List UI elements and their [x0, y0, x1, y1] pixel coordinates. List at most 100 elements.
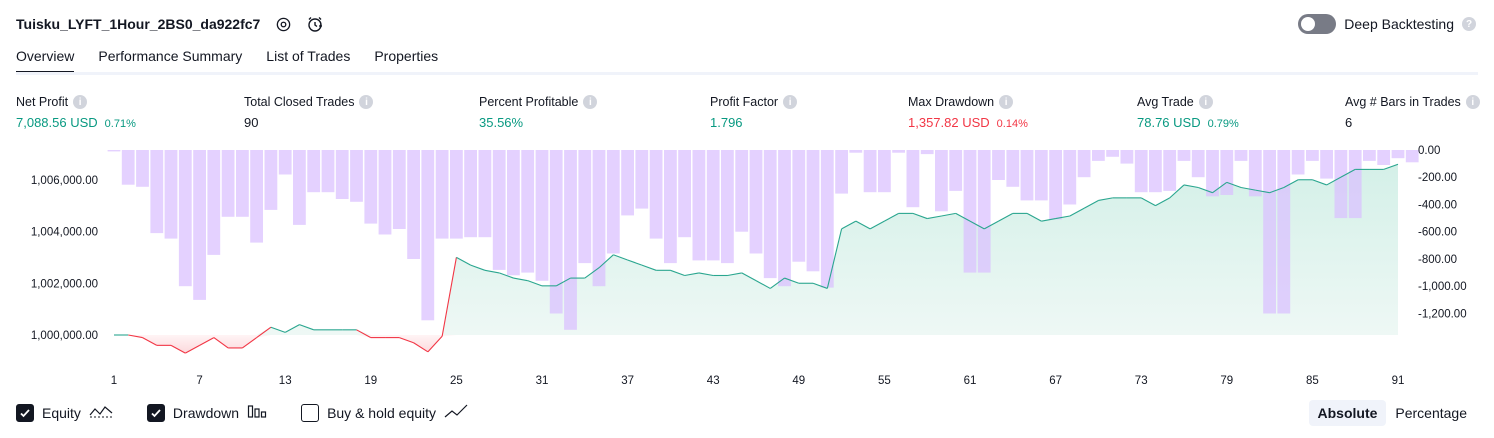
equity-drawdown-chart[interactable]: 1,006,000.00 1,004,000.00 1,002,000.00 1,00… [0, 140, 1494, 400]
drawdown-bar [1234, 150, 1248, 161]
drawdown-bar [364, 150, 378, 224]
drawdown-bar [1177, 150, 1191, 161]
drawdown-bar [892, 150, 905, 153]
metric-value: 7,088.56 USD [16, 115, 98, 130]
drawdown-bar [350, 150, 363, 202]
drawdown-bar [264, 150, 278, 210]
tab-list-of-trades[interactable]: List of Trades [266, 48, 350, 74]
drawdown-bar [236, 150, 249, 217]
drawdown-bar [649, 150, 663, 239]
left-axis-tick: 1,000,000.00 [31, 330, 98, 342]
equity-area-loss [114, 335, 1398, 354]
drawdown-bar [606, 150, 620, 254]
x-axis-tick: 49 [792, 375, 805, 387]
drawdown-checkbox[interactable] [146, 403, 165, 422]
drawdown-bar [1363, 150, 1376, 161]
drawdown-bar [307, 150, 321, 193]
info-icon[interactable]: i [999, 95, 1014, 109]
strategy-header: Tuisku_LYFT_1Hour_2BS0_da922fc7 [16, 12, 324, 36]
info-icon[interactable]: i [583, 95, 598, 109]
info-icon[interactable]: i [1198, 95, 1213, 109]
info-icon[interactable]: i [783, 95, 798, 109]
drawdown-bar [935, 150, 948, 212]
drawdown-bar [1006, 150, 1020, 187]
drawdown-bar [378, 150, 392, 235]
tab-bar: Overview Performance Summary List of Tra… [16, 48, 438, 74]
x-axis-tick: 55 [878, 375, 891, 387]
drawdown-bar [1320, 150, 1333, 179]
legend-drawdown[interactable]: Drawdown [146, 403, 267, 422]
drawdown-bar [1077, 150, 1091, 178]
legend-label: Equity [42, 404, 81, 421]
percentage-button[interactable]: Percentage [1386, 400, 1476, 426]
drawdown-bar [1020, 150, 1034, 201]
drawdown-bars-icon [247, 403, 267, 422]
drawdown-bar [321, 150, 335, 193]
drawdown-bar [164, 150, 178, 239]
drawdown-bar [1348, 150, 1362, 219]
drawdown-bar [835, 150, 848, 194]
tab-overview[interactable]: Overview [16, 48, 75, 74]
metric-label: Max Drawdown [908, 95, 995, 109]
drawdown-bar [535, 150, 549, 281]
buy-hold-checkbox[interactable] [301, 403, 320, 422]
info-icon[interactable]: i [359, 95, 374, 109]
drawdown-bar [178, 150, 192, 287]
info-icon[interactable]: i [73, 95, 88, 109]
drawdown-bar [1220, 150, 1234, 195]
metric-avg-bars-in-trades: Avg # Bars in Trades i 6 [1345, 94, 1480, 130]
drawdown-bar [392, 150, 406, 229]
drawdown-bar [820, 150, 834, 288]
drawdown-bar [221, 150, 235, 217]
metric-label: Net Profit [16, 95, 69, 109]
drawdown-bar [1092, 150, 1105, 161]
left-axis-tick: 1,002,000.00 [31, 278, 98, 290]
drawdown-bar [1063, 150, 1077, 205]
x-axis-tick: 61 [964, 375, 977, 387]
drawdown-bar [1377, 150, 1391, 165]
metric-value: 35.56% [479, 115, 524, 130]
right-axis-tick: -1,200.00 [1418, 308, 1467, 320]
drawdown-bar [136, 150, 149, 187]
metric-max-drawdown: Max Drawdown i 1,357.82 USD 0.14% [908, 94, 1028, 130]
x-axis-tick: 91 [1392, 375, 1405, 387]
metric-label: Avg Trade [1137, 95, 1194, 109]
x-axis-tick: 7 [196, 375, 202, 387]
drawdown-bar [407, 150, 420, 259]
drawdown-bar [1191, 150, 1205, 178]
help-icon[interactable]: ? [1462, 17, 1476, 31]
tab-properties[interactable]: Properties [374, 48, 438, 74]
tab-divider [16, 72, 1478, 75]
tab-performance-summary[interactable]: Performance Summary [98, 48, 242, 74]
legend-buy-hold-equity[interactable]: Buy & hold equity [301, 403, 468, 422]
deep-backtesting-toggle[interactable] [1298, 14, 1337, 34]
absolute-button[interactable]: Absolute [1308, 400, 1387, 426]
drawdown-bar [250, 150, 263, 243]
drawdown-bar [763, 150, 777, 279]
metric-value: 90 [244, 115, 259, 130]
equity-checkbox[interactable] [16, 403, 34, 422]
info-icon[interactable]: i [1465, 95, 1480, 109]
metric-value: 6 [1345, 115, 1353, 130]
alarm-clock-icon[interactable] [306, 15, 324, 33]
legend-equity[interactable]: Equity [16, 403, 113, 422]
settings-icon[interactable] [274, 15, 292, 33]
metric-percent-profitable: Percent Profitable i 35.56% [479, 94, 598, 130]
metric-label: Total Closed Trades [244, 95, 355, 109]
deep-backtesting: Deep Backtesting ? [1298, 14, 1476, 34]
drawdown-bar [635, 150, 649, 209]
drawdown-bar [549, 150, 563, 314]
x-axis-tick: 43 [707, 375, 720, 387]
drawdown-bar [692, 150, 706, 261]
drawdown-bar [863, 150, 877, 193]
drawdown-bar [335, 150, 349, 199]
drawdown-bar [107, 150, 121, 152]
drawdown-bar [1306, 150, 1319, 161]
metric-percent: 0.79% [1207, 118, 1239, 130]
metric-percent: 0.14% [996, 118, 1028, 130]
legend-label: Buy & hold equity [327, 404, 437, 421]
drawdown-bar [1106, 150, 1119, 157]
drawdown-bar [1163, 150, 1177, 191]
drawdown-bar [792, 150, 806, 262]
deep-backtesting-label: Deep Backtesting [1344, 16, 1454, 32]
